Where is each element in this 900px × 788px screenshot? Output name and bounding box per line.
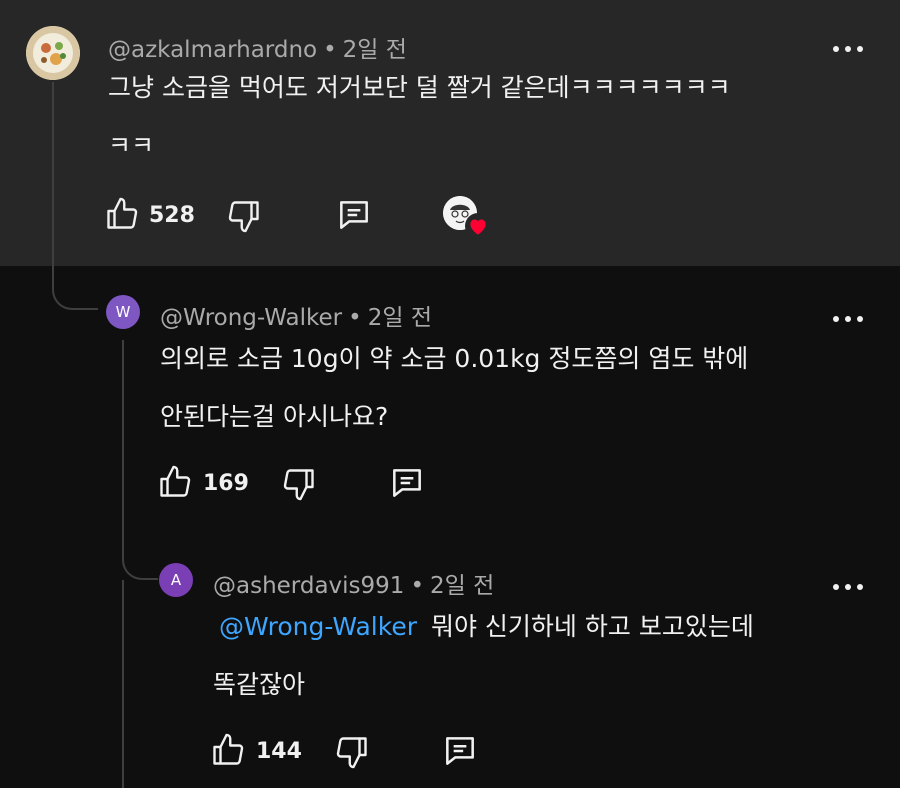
like-icon[interactable]	[104, 196, 140, 232]
avatar-letter: A	[170, 571, 182, 589]
comment-time[interactable]: 2일 전	[430, 573, 494, 599]
more-options-icon[interactable]	[833, 312, 863, 326]
reply-icon[interactable]	[441, 732, 479, 770]
thread-line-curve	[52, 282, 98, 310]
separator-dot: •	[348, 305, 362, 331]
reply-icon[interactable]	[388, 464, 426, 502]
thread-line-curve	[122, 540, 158, 580]
comment-time[interactable]: 2일 전	[368, 305, 432, 331]
heart-icon	[465, 213, 491, 239]
avatar[interactable]: W	[106, 295, 140, 329]
reply-icon[interactable]	[335, 196, 373, 234]
comment-text: @Wrong-Walker 뭐야 신기하네 하고 보고있는데 똑같잖아	[213, 598, 754, 714]
avatar[interactable]	[26, 26, 80, 80]
more-options-icon[interactable]	[833, 42, 863, 56]
avatar-letter: W	[115, 303, 131, 321]
comment-author[interactable]: @asherdavis991	[213, 573, 404, 599]
food-plate-avatar-icon	[26, 26, 80, 80]
like-icon[interactable]	[157, 464, 193, 500]
comment-text-line: 의외로 소금 10g이 약 소금 0.01kg 정도쯤의 염도 밖에	[160, 344, 749, 373]
like-count: 528	[149, 203, 195, 228]
comment-text-line: 똑같잖아	[213, 670, 306, 699]
comment-text: 그냥 소금을 먹어도 저거보단 덜 짤거 같은데ㅋㅋㅋㅋㅋㅋㅋ ㅋㅋ	[108, 59, 731, 175]
comment-text-span: 뭐야 신기하네 하고 보고있는데	[430, 612, 754, 641]
mention-link[interactable]: @Wrong-Walker	[219, 612, 417, 641]
dislike-icon[interactable]	[281, 466, 317, 502]
dislike-icon[interactable]	[334, 734, 370, 770]
thread-line	[122, 580, 124, 788]
comment-author-line: @asherdavis991 • 2일 전	[213, 566, 494, 600]
more-options-icon[interactable]	[833, 580, 863, 594]
like-count: 144	[256, 739, 302, 764]
comment-text-line: 그냥 소금을 먹어도 저거보단 덜 짤거 같은데ㅋㅋㅋㅋㅋㅋㅋ	[108, 73, 731, 102]
thread-line	[122, 340, 124, 540]
like-count: 169	[203, 471, 249, 496]
comment-text-line: ㅋㅋ	[108, 131, 155, 160]
avatar[interactable]: A	[159, 563, 193, 597]
separator-dot: •	[410, 573, 425, 599]
like-icon[interactable]	[210, 732, 246, 768]
dislike-icon[interactable]	[226, 198, 262, 234]
comment-text-line: @Wrong-Walker 뭐야 신기하네 하고 보고있는데	[213, 598, 754, 656]
comment-text: 의외로 소금 10g이 약 소금 0.01kg 정도쯤의 염도 밖에 안된다는걸…	[160, 330, 748, 446]
comment-author[interactable]: @Wrong-Walker	[160, 305, 342, 331]
comment-text-line: 안된다는걸 아시나요?	[160, 402, 389, 431]
comment-author-line: @Wrong-Walker • 2일 전	[160, 298, 432, 332]
thread-line	[52, 82, 54, 282]
